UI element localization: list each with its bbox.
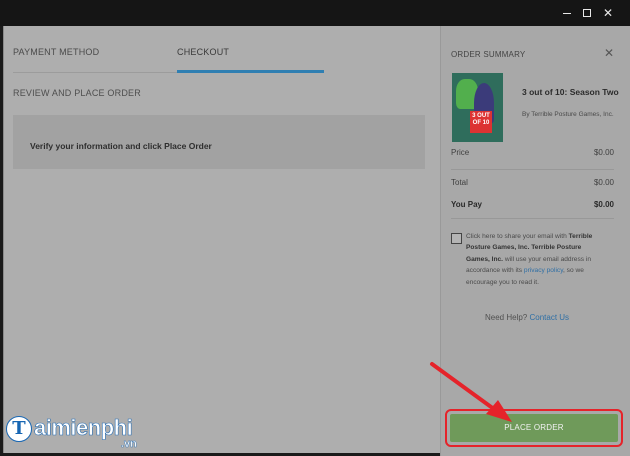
tab-payment-method[interactable]: PAYMENT METHOD — [13, 47, 99, 57]
review-heading: REVIEW AND PLACE ORDER — [13, 88, 141, 98]
price-value: $0.00 — [593, 148, 614, 157]
share-email-checkbox[interactable] — [451, 233, 462, 244]
close-icon[interactable]: ✕ — [597, 0, 619, 26]
minimize-icon[interactable] — [556, 0, 578, 26]
window-titlebar: ✕ — [0, 0, 630, 26]
place-order-button[interactable]: PLACE ORDER — [450, 414, 618, 442]
price-row: Price $0.00 — [451, 148, 614, 157]
watermark-logo: T aimienphi .vn — [6, 414, 156, 454]
order-summary-panel: ORDER SUMMARY ✕ 3 OUT OF 10 3 out of 10:… — [440, 26, 630, 456]
cover-badge: 3 OUT OF 10 — [470, 111, 492, 133]
contact-us-link[interactable]: Contact Us — [529, 313, 569, 322]
total-row: Total $0.00 — [451, 178, 614, 187]
logo-word: aimienphi — [34, 415, 133, 441]
place-order-highlight: PLACE ORDER — [445, 409, 623, 447]
help-text: Need Help? — [485, 313, 528, 322]
product-name: 3 out of 10: Season Two — [522, 87, 619, 97]
divider — [451, 169, 614, 170]
share-email-consent: Click here to share your email with Terr… — [466, 231, 606, 288]
checkout-panel: PAYMENT METHOD CHECKOUT REVIEW AND PLACE… — [3, 26, 440, 453]
you-pay-value: $0.00 — [593, 200, 614, 209]
privacy-policy-link[interactable]: privacy policy — [524, 267, 563, 274]
logo-letter: T — [6, 416, 32, 442]
close-icon[interactable]: ✕ — [604, 46, 614, 60]
product-publisher: By Terrible Posture Games, Inc. — [522, 111, 614, 118]
you-pay-label: You Pay — [451, 200, 482, 209]
tab-checkout[interactable]: CHECKOUT — [177, 47, 229, 57]
divider — [451, 218, 614, 219]
price-label: Price — [451, 148, 470, 157]
maximize-icon[interactable] — [576, 0, 598, 26]
product-cover-image: 3 OUT OF 10 — [452, 73, 503, 142]
help-line: Need Help? Contact Us — [485, 313, 569, 322]
you-pay-row: You Pay $0.00 — [451, 200, 614, 209]
verify-message-box: Verify your information and click Place … — [13, 115, 425, 169]
logo-suffix: .vn — [121, 438, 137, 450]
active-tab-indicator — [177, 70, 324, 73]
verify-message: Verify your information and click Place … — [30, 141, 212, 151]
total-label: Total — [451, 178, 468, 187]
total-value: $0.00 — [593, 178, 614, 187]
consent-text: Click here to share your email with — [466, 233, 567, 240]
order-summary-title: ORDER SUMMARY — [451, 50, 526, 59]
